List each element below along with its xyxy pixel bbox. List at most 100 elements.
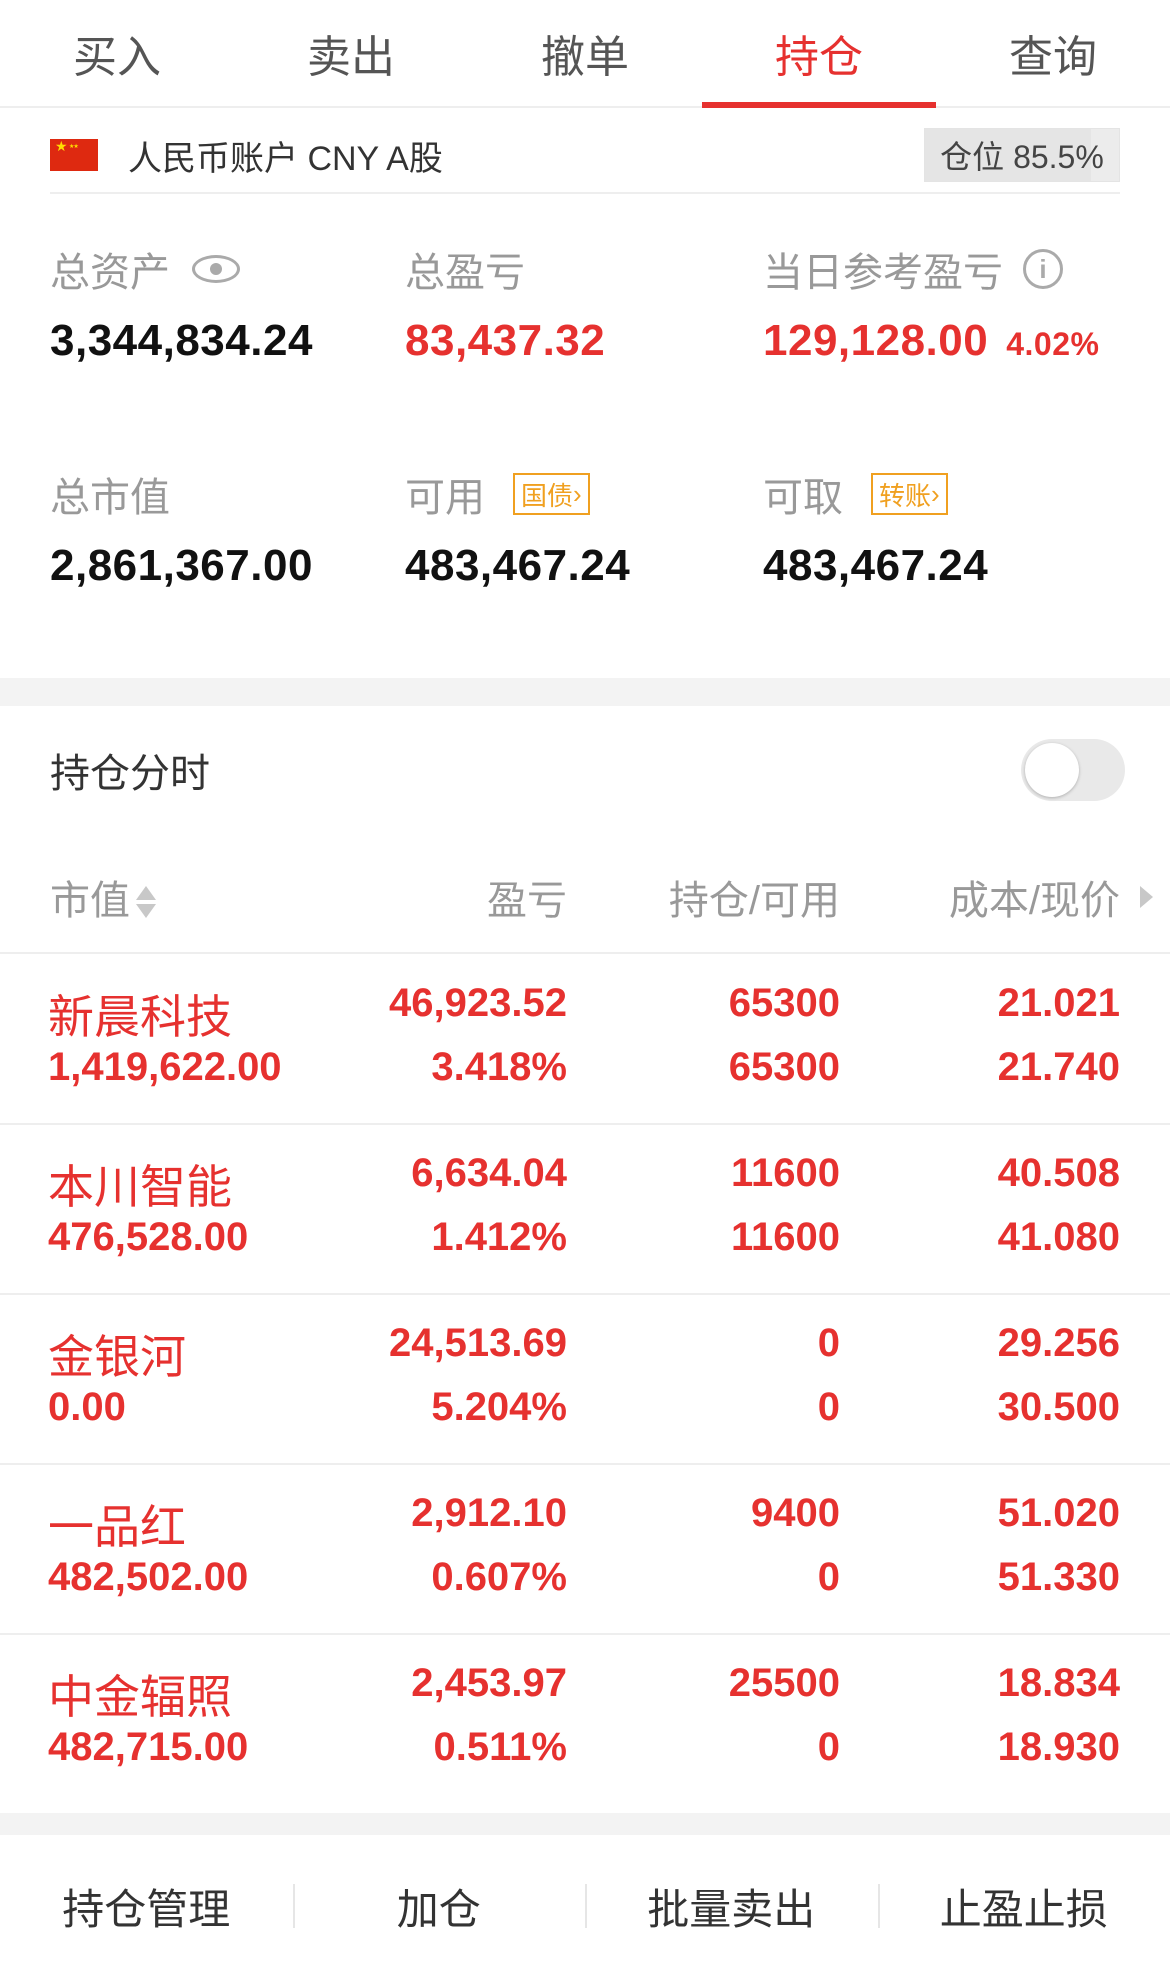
table-row[interactable]: 中金辐照 482,715.00 2,453.97 0.511% 25500 0 18.834… — [0, 1635, 1170, 1805]
stock-price: 18.930 — [997, 1725, 1120, 1769]
manage-holdings-button[interactable]: 持仓管理 — [0, 1876, 293, 1937]
market-value-value: 2,861,367.00 — [50, 541, 313, 590]
stock-holding: 65300 — [728, 981, 840, 1025]
stock-holding: 0 — [817, 1321, 840, 1365]
withdrawable-value: 483,467.24 — [763, 541, 989, 590]
account-row[interactable]: 人民币账户 CNY A股 仓位 85.5% — [50, 118, 1120, 194]
stock-pnl-percent: 0.607% — [431, 1555, 567, 1599]
china-flag-icon — [50, 139, 98, 171]
stock-pnl-percent: 1.412% — [431, 1215, 567, 1259]
sort-icon[interactable] — [136, 884, 156, 922]
info-icon[interactable]: i — [1023, 249, 1063, 289]
stock-pnl: 2,453.97 — [411, 1661, 567, 1705]
stock-pnl-percent: 0.511% — [433, 1725, 567, 1769]
daily-pnl-value: 129,128.00 — [763, 316, 989, 365]
stock-cost: 40.508 — [997, 1151, 1120, 1195]
table-row[interactable]: 一品红 482,502.00 2,912.10 0.607% 9400 0 51.020 51… — [0, 1465, 1170, 1635]
top-tabs: 买入 卖出 撤单 持仓 查询 — [0, 0, 1170, 108]
stock-available: 65300 — [728, 1045, 840, 1089]
stock-pnl: 24,513.69 — [389, 1321, 567, 1365]
tab-sell[interactable]: 卖出 — [234, 0, 468, 106]
table-row[interactable]: 新晨科技 1,419,622.00 46,923.52 3.418% 65300 6530… — [0, 955, 1170, 1125]
stock-pnl-percent: 3.418% — [431, 1045, 567, 1089]
total-pnl-label: 总盈亏 — [405, 251, 525, 295]
total-pnl-cell: 总盈亏 83,437.32 — [405, 240, 605, 366]
batch-sell-button[interactable]: 批量卖出 — [585, 1876, 878, 1937]
tab-cancel[interactable]: 撤单 — [468, 0, 702, 106]
withdrawable-label: 可取 — [763, 476, 843, 520]
stock-name: 本川智能 — [48, 1161, 232, 1213]
stock-available: 11600 — [730, 1215, 840, 1259]
stock-holding: 9400 — [751, 1491, 840, 1535]
position-label: 仓位 85.5% — [940, 139, 1104, 175]
account-name: 人民币账户 CNY A股 — [128, 139, 443, 178]
chevron-right-icon: › — [573, 478, 582, 509]
header-market-value[interactable]: 市值 — [50, 868, 156, 926]
timeshare-toggle[interactable] — [1021, 739, 1125, 801]
market-value-label: 总市值 — [50, 476, 170, 520]
stock-pnl: 46,923.52 — [389, 981, 567, 1025]
timeshare-row: 持仓分时 — [50, 700, 1125, 840]
available-label: 可用 — [405, 476, 485, 520]
holdings-table-body: 新晨科技 1,419,622.00 46,923.52 3.418% 65300 6530… — [0, 955, 1170, 1805]
available-value: 483,467.24 — [405, 541, 631, 590]
available-cell: 可用 国债 › 483,467.24 — [405, 465, 630, 591]
market-value-cell: 总市值 2,861,367.00 — [50, 465, 313, 591]
tab-holdings[interactable]: 持仓 — [702, 0, 936, 108]
stock-pnl: 2,912.10 — [411, 1491, 567, 1535]
stock-cost: 51.020 — [997, 1491, 1120, 1535]
stock-holding: 25500 — [728, 1661, 840, 1705]
chevron-right-icon: › — [931, 478, 940, 509]
stock-name: 中金辐照 — [48, 1671, 232, 1723]
stock-pnl: 6,634.04 — [411, 1151, 567, 1195]
take-profit-stop-loss-button[interactable]: 止盈止损 — [877, 1876, 1170, 1937]
stock-cost: 18.834 — [997, 1661, 1120, 1705]
table-row[interactable]: 本川智能 476,528.00 6,634.04 1.412% 11600 11600 40… — [0, 1125, 1170, 1295]
transfer-tag-label: 转账 — [879, 480, 932, 511]
transfer-tag-link[interactable]: 转账 › — [871, 473, 948, 515]
header-pnl: 盈亏 — [487, 879, 567, 923]
header-holding-available: 持仓/可用 — [668, 879, 840, 923]
header-cost-price: 成本/现价 — [948, 879, 1120, 923]
stock-market-value: 1,419,622.00 — [48, 1045, 282, 1089]
daily-pnl-percent: 4.02% — [1006, 326, 1100, 362]
stock-available: 0 — [817, 1725, 840, 1769]
total-pnl-value: 83,437.32 — [405, 316, 606, 365]
header-market-value-label: 市值 — [50, 879, 130, 923]
stock-market-value: 482,715.00 — [48, 1725, 249, 1769]
stock-name: 金银河 — [48, 1331, 186, 1383]
stock-cost: 29.256 — [997, 1321, 1120, 1365]
total-assets-value: 3,344,834.24 — [50, 316, 313, 365]
total-assets-label: 总资产 — [50, 251, 170, 295]
stock-holding: 11600 — [730, 1151, 840, 1195]
position-ratio-badge: 仓位 85.5% — [924, 128, 1120, 182]
stock-market-value: 482,502.00 — [48, 1555, 249, 1599]
stock-market-value: 0.00 — [48, 1385, 126, 1429]
bond-tag-label: 国债 — [521, 480, 574, 511]
tab-buy[interactable]: 买入 — [0, 0, 234, 106]
stock-available: 0 — [817, 1555, 840, 1599]
bottom-action-bar: 持仓管理 加仓 批量卖出 止盈止损 — [0, 1835, 1170, 1977]
daily-pnl-cell: 当日参考盈亏 i 129,128.00 4.02% — [763, 240, 1099, 366]
bond-tag-link[interactable]: 国债 › — [513, 473, 590, 515]
withdrawable-cell: 可取 转账 › 483,467.24 — [763, 465, 988, 591]
stock-name: 新晨科技 — [48, 991, 232, 1043]
timeshare-title: 持仓分时 — [50, 752, 210, 796]
daily-pnl-label: 当日参考盈亏 — [763, 251, 1003, 295]
eye-icon[interactable] — [192, 255, 240, 283]
table-row[interactable]: 金银河 0.00 24,513.69 5.204% 0 0 29.256 30.500 — [0, 1295, 1170, 1465]
stock-price: 51.330 — [997, 1555, 1120, 1599]
total-assets-cell: 总资产 3,344,834.24 — [50, 240, 313, 366]
section-divider — [0, 1813, 1170, 1835]
add-position-button[interactable]: 加仓 — [292, 1876, 586, 1937]
stock-price: 21.740 — [997, 1045, 1120, 1089]
stock-price: 41.080 — [997, 1215, 1120, 1259]
triangle-right-icon[interactable] — [1140, 886, 1153, 908]
tab-query[interactable]: 查询 — [936, 0, 1170, 106]
stock-name: 一品红 — [48, 1501, 186, 1553]
stock-market-value: 476,528.00 — [48, 1215, 249, 1259]
stock-price: 30.500 — [997, 1385, 1120, 1429]
stock-available: 0 — [817, 1385, 840, 1429]
stock-cost: 21.021 — [997, 981, 1120, 1025]
stock-pnl-percent: 5.204% — [431, 1385, 567, 1429]
